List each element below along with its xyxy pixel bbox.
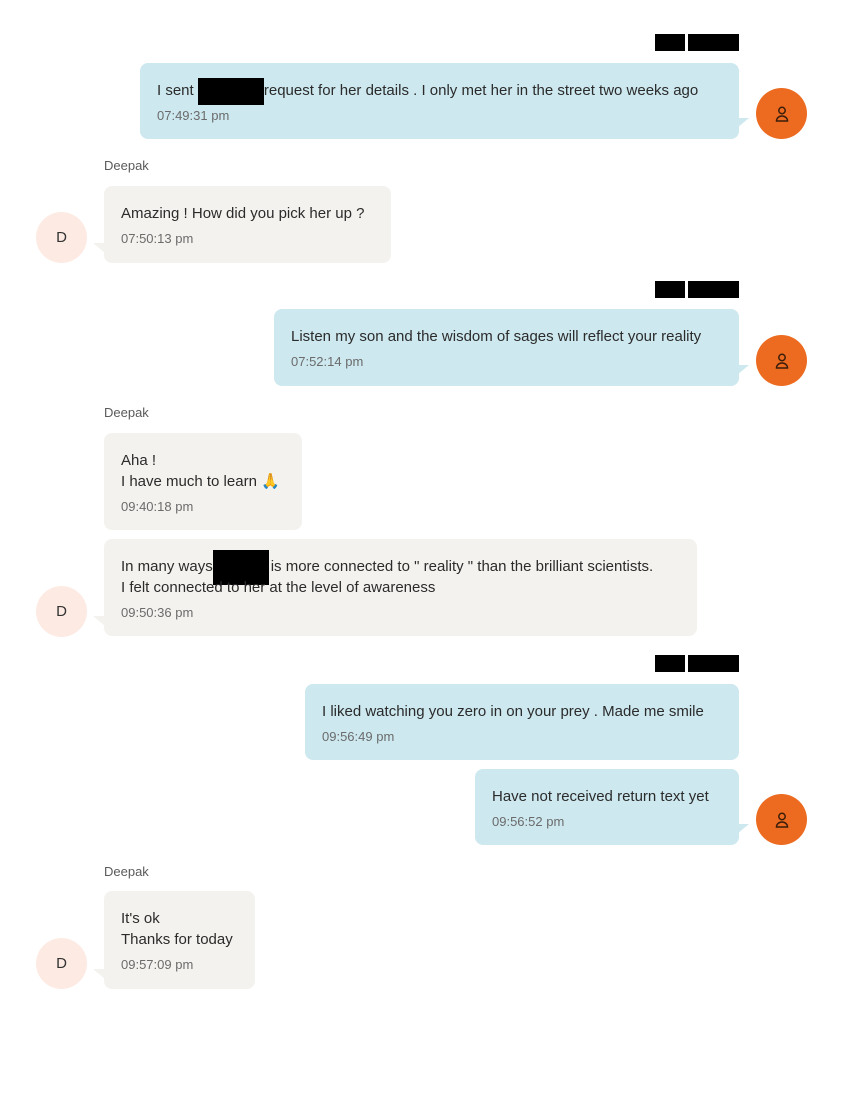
message-timestamp: 09:40:18 pm — [121, 499, 194, 514]
message-timestamp: 09:56:49 pm — [322, 729, 395, 744]
message-text: Listen my son and the wisdom of sages wi… — [291, 328, 702, 345]
bubble-tail — [737, 365, 749, 375]
message-text: Have not received return text yet — [492, 788, 709, 805]
redacted-sender-name — [655, 655, 685, 672]
redacted-sender-name — [688, 34, 739, 51]
message-text: In many ways is more connected to " reali… — [121, 549, 680, 598]
message-text: Aha ! I have much to learn 🙏 — [121, 452, 280, 490]
redacted-sender-name — [688, 655, 739, 672]
message-text: I sent request for her details . I only … — [157, 77, 722, 105]
message-timestamp: 09:50:36 pm — [121, 605, 194, 620]
sender-name: Deepak — [104, 158, 149, 173]
bubble-tail — [737, 118, 749, 128]
person-icon — [775, 812, 788, 828]
message-timestamp: 09:56:52 pm — [492, 814, 565, 829]
bubble-tail — [93, 616, 105, 626]
contact-avatar: D — [36, 586, 87, 637]
bubble-tail — [737, 824, 749, 834]
message-bubble-incoming: In many ways is more connected to " reali… — [104, 539, 697, 636]
message-bubble-incoming: Amazing ! How did you pick her up ? 07:5… — [104, 186, 391, 263]
message-timestamp: 09:57:09 pm — [121, 957, 194, 972]
contact-avatar: D — [36, 938, 87, 989]
redacted-sender-name — [688, 281, 739, 298]
my-avatar — [756, 335, 807, 386]
person-icon — [775, 353, 788, 369]
redacted-sender-name — [655, 281, 685, 298]
person-icon — [775, 106, 788, 122]
message-timestamp: 07:50:13 pm — [121, 231, 194, 246]
message-bubble-outgoing: Listen my son and the wisdom of sages wi… — [274, 309, 739, 386]
message-text: I liked watching you zero in on your pre… — [322, 703, 704, 720]
my-avatar — [756, 88, 807, 139]
sender-name: Deepak — [104, 405, 149, 420]
bubble-tail — [93, 243, 105, 253]
message-text: It's ok Thanks for today — [121, 910, 233, 948]
message-bubble-outgoing: Have not received return text yet 09:56:… — [475, 769, 739, 845]
message-timestamp: 07:52:14 pm — [291, 354, 364, 369]
message-text: Amazing ! How did you pick her up ? — [121, 205, 365, 222]
my-avatar — [756, 794, 807, 845]
message-bubble-incoming: It's ok Thanks for today 09:57:09 pm — [104, 891, 255, 989]
message-bubble-outgoing: I sent request for her details . I only … — [140, 63, 739, 139]
contact-avatar: D — [36, 212, 87, 263]
message-bubble-outgoing: I liked watching you zero in on your pre… — [305, 684, 739, 760]
message-timestamp: 07:49:31 pm — [157, 108, 230, 123]
message-bubble-incoming: Aha ! I have much to learn 🙏 09:40:18 pm — [104, 433, 302, 530]
redacted-sender-name — [655, 34, 685, 51]
bubble-tail — [93, 969, 105, 979]
redacted-name — [197, 77, 264, 105]
sender-name: Deepak — [104, 864, 149, 879]
